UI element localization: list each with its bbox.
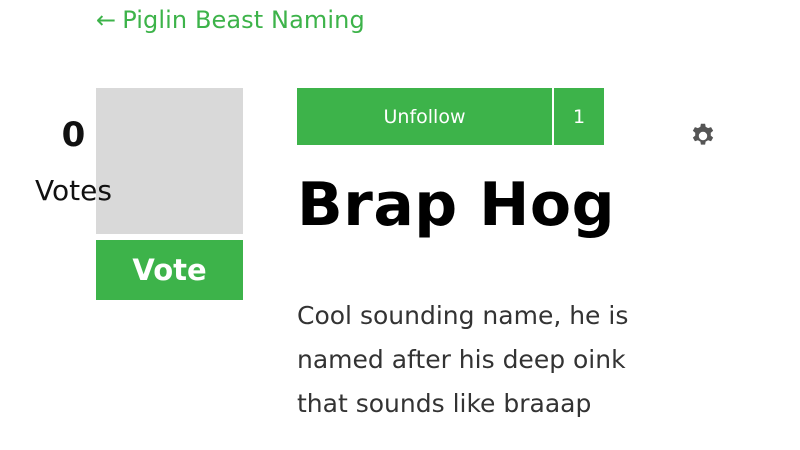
vote-count: 0 [61, 115, 86, 155]
follower-count: 1 [572, 105, 586, 128]
vote-button[interactable]: Vote [96, 240, 243, 300]
unfollow-button[interactable]: Unfollow 1 [297, 88, 604, 145]
description-line: that sounds like braaap [297, 389, 592, 418]
vote-count-box [96, 88, 243, 234]
post-title: Brap Hog [297, 170, 616, 240]
gear-icon[interactable] [689, 122, 717, 150]
back-arrow-icon: ← [96, 6, 117, 34]
vote-count-label: Votes [35, 174, 112, 207]
description-line: named after his deep oink [297, 345, 626, 374]
post-description: Cool sounding name, he is named after hi… [297, 294, 667, 426]
back-link-label: Piglin Beast Naming [122, 6, 365, 34]
back-link[interactable]: ← Piglin Beast Naming [96, 6, 365, 34]
unfollow-label: Unfollow [383, 105, 466, 128]
page: ← Piglin Beast Naming 0 Votes Vote Unfoll… [0, 0, 800, 450]
description-line: Cool sounding name, he is [297, 301, 629, 330]
